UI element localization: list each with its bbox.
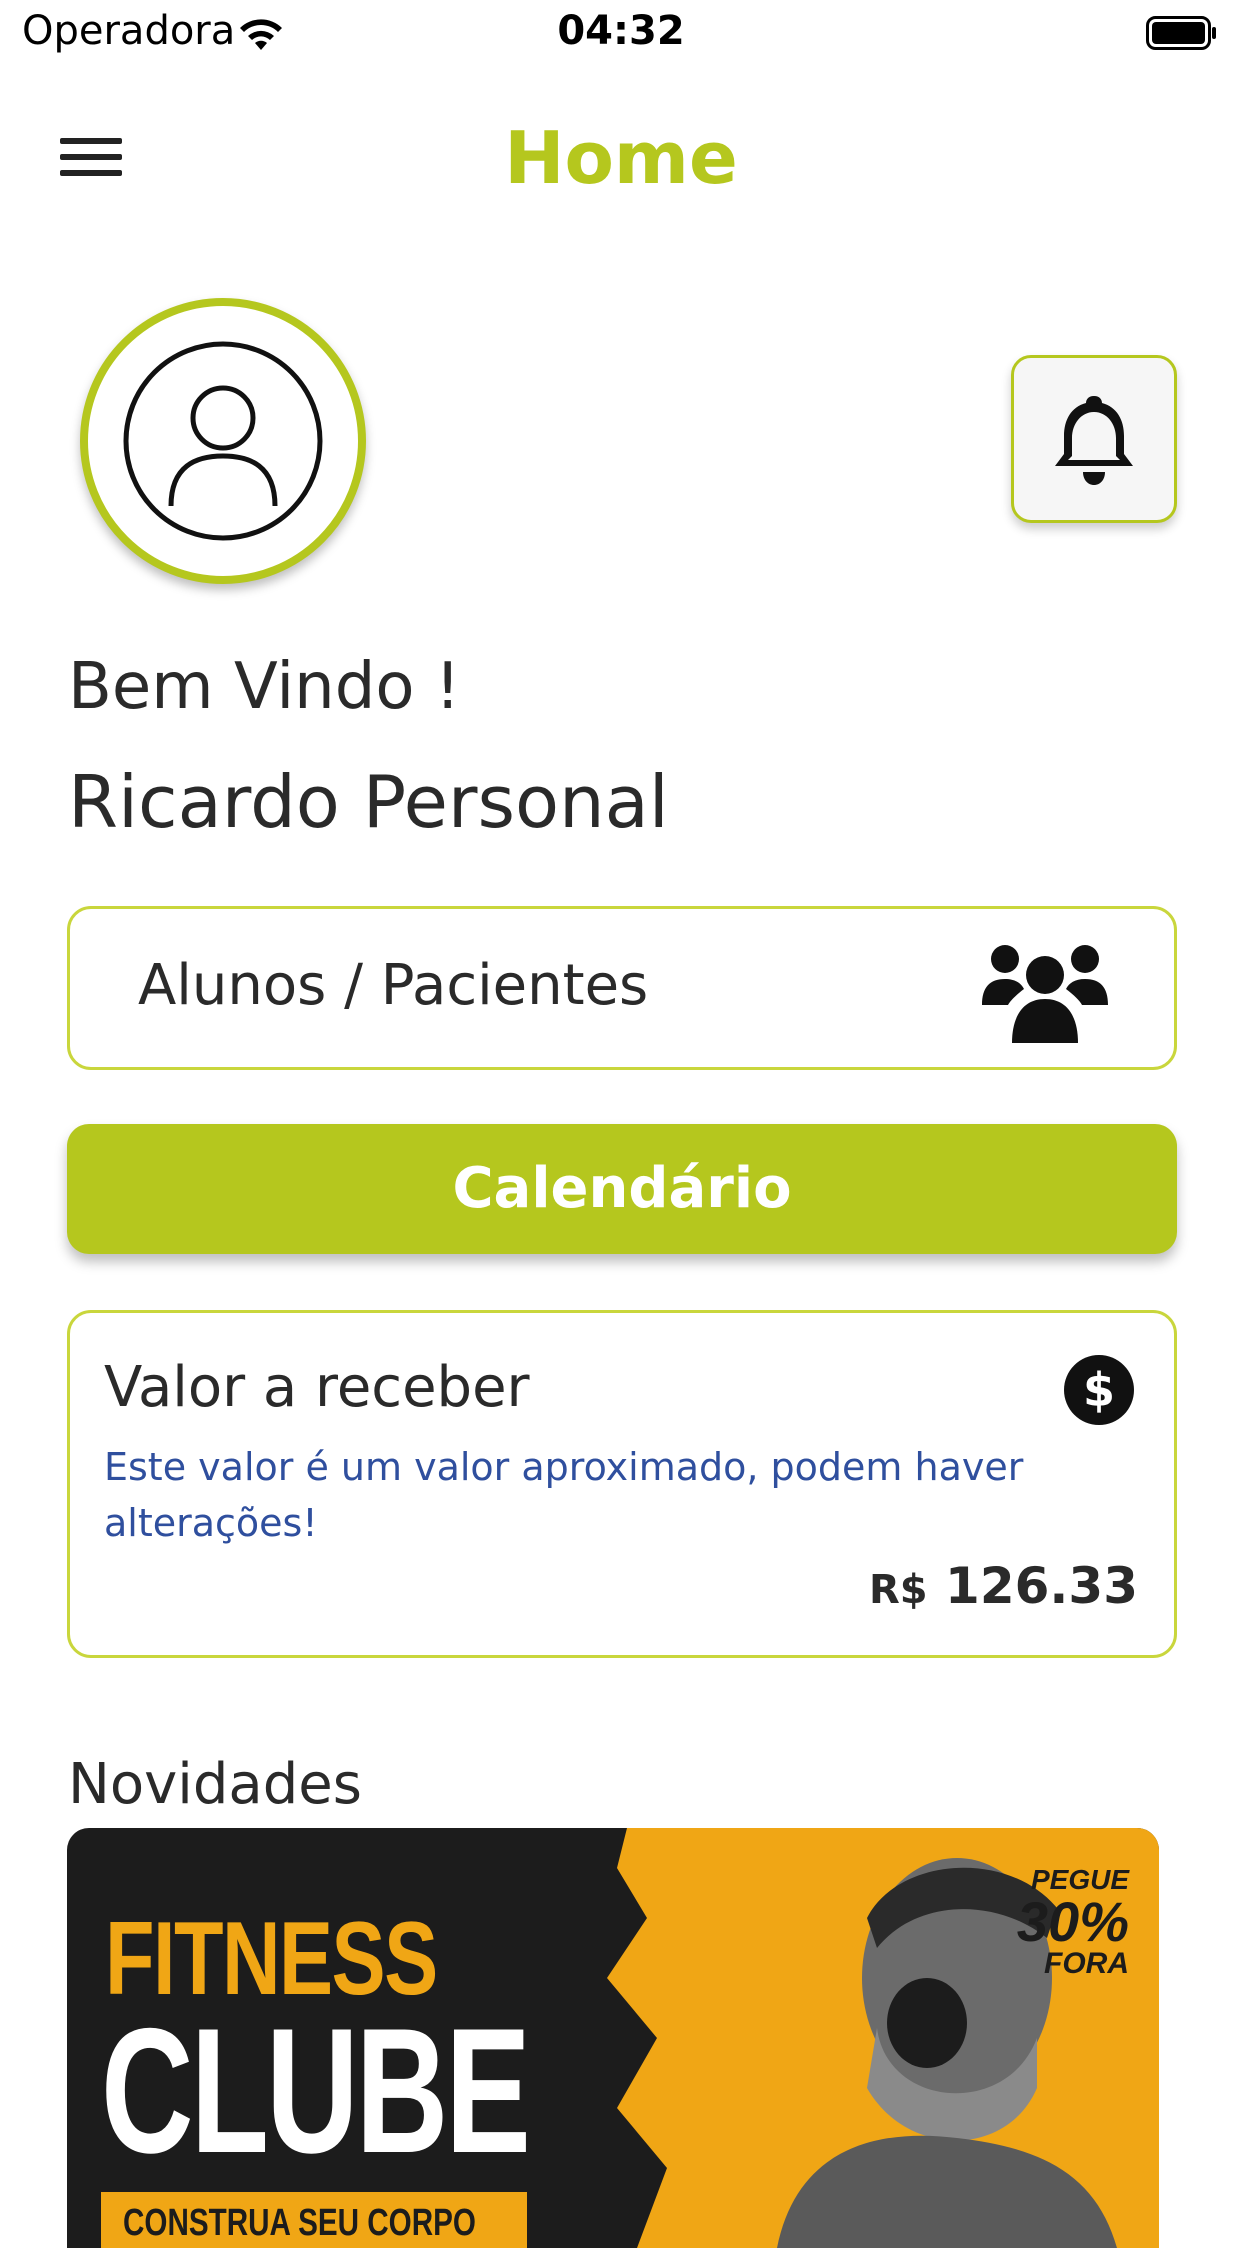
news-section-title: Novidades: [68, 1752, 362, 1817]
amount-value: 126.33: [945, 1557, 1138, 1615]
banner-brush-stroke: [547, 1828, 667, 2248]
battery-icon: [1146, 16, 1216, 50]
status-time: 04:32: [557, 8, 685, 54]
user-avatar-icon: [123, 341, 323, 541]
banner-tagline: CONSTRUA SEU CORPO: [123, 2202, 476, 2244]
alunos-pacientes-label: Alunos / Pacientes: [138, 953, 649, 1018]
valor-amount: R$ 126.33: [869, 1557, 1138, 1615]
calendar-button[interactable]: Calendário: [67, 1124, 1177, 1254]
alunos-pacientes-card[interactable]: Alunos / Pacientes: [67, 906, 1177, 1070]
avatar[interactable]: [80, 298, 366, 584]
user-name: Ricardo Personal: [68, 760, 669, 844]
welcome-text: Bem Vindo !: [68, 650, 461, 724]
currency-symbol: R$: [868, 1567, 928, 1613]
promo-line-2: 30%: [1016, 1890, 1129, 1953]
news-banner-image[interactable]: FITNESS CLUBE CONSTRUA SEU CORPO PEGUE 3…: [67, 1828, 1159, 2248]
valor-receber-card[interactable]: Valor a receber $ Este valor é um valor …: [67, 1310, 1177, 1658]
banner-headline-2: CLUBE: [101, 1991, 531, 2190]
valor-title: Valor a receber: [104, 1355, 530, 1420]
notifications-button[interactable]: [1011, 355, 1177, 523]
valor-disclaimer: Este valor é um valor aproximado, podem …: [104, 1445, 1024, 1545]
banner-tagline-strip: CONSTRUA SEU CORPO: [101, 2192, 527, 2248]
banner-promo: PEGUE 30% FORA: [1017, 1864, 1129, 1980]
dollar-circle-icon: $: [1064, 1355, 1134, 1425]
users-group-icon: [982, 945, 1108, 1043]
page-title: Home: [504, 116, 738, 200]
svg-text:$: $: [1083, 1363, 1115, 1417]
bell-icon: [1055, 396, 1133, 485]
